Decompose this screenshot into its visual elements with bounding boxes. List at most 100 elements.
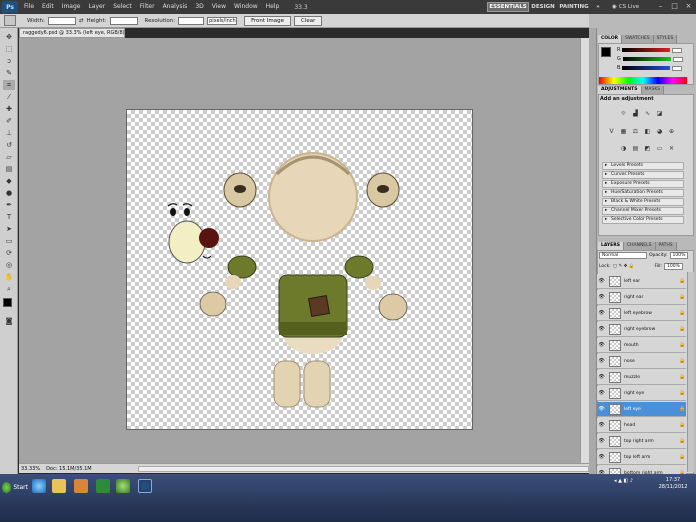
history-brush-tool-icon[interactable]: ↺ [3,140,15,150]
tab-adjustments[interactable]: ADJUSTMENTS [598,86,642,94]
close-icon[interactable]: × [684,2,693,11]
status-zoom[interactable]: 33.33% [21,466,40,472]
hand-tool-icon[interactable]: ✋ [3,272,15,282]
layer-row[interactable]: 👁 left eyebrow 🔒 [597,306,686,321]
visibility-eye-icon[interactable]: 👁 [597,374,606,380]
tab-masks[interactable]: MASKS [641,86,665,94]
layer-row[interactable]: 👁 left eye 🔒 [597,402,686,417]
preset-levels[interactable]: Levels Presets [602,162,684,170]
channel-g-value[interactable] [672,56,683,62]
preset-exposure[interactable]: Exposure Presets [602,180,684,188]
channel-r-value[interactable] [672,47,683,53]
preset-channel-mixer[interactable]: Channel Mixer Presets [602,207,684,215]
layer-row[interactable]: 👁 right eyebrow 🔒 [597,322,686,337]
marquee-tool-icon[interactable]: ⬚ [3,44,15,54]
workspace-painting[interactable]: PAINTING [558,2,590,12]
3d-orbit-tool-icon[interactable]: ◎ [3,260,15,270]
crop-tool-icon[interactable]: ⌗ [3,80,15,90]
zoom-tool-icon[interactable]: ⌕ [3,284,15,294]
menu-analysis[interactable]: Analysis [159,0,192,14]
visibility-eye-icon[interactable]: 👁 [597,342,606,348]
blend-mode-select[interactable]: Normal [599,252,647,259]
file-explorer-icon[interactable] [52,479,66,493]
quick-mask-icon[interactable]: ◙ [3,316,15,326]
front-image-button[interactable]: Front Image [244,15,291,26]
menu-view[interactable]: View [208,0,230,14]
visibility-eye-icon[interactable]: 👁 [597,278,606,284]
menu-edit[interactable]: Edit [38,0,58,14]
height-input[interactable] [109,16,138,25]
tab-color[interactable]: COLOR [598,35,623,43]
eraser-tool-icon[interactable]: ▱ [3,152,15,162]
blur-tool-icon[interactable]: ◆ [3,176,15,186]
internet-explorer-icon[interactable] [32,479,46,493]
brightness-icon[interactable]: ☼ [620,110,627,117]
levels-icon[interactable]: ▟ [632,110,639,117]
dodge-tool-icon[interactable]: ● [3,188,15,198]
channel-r-slider[interactable] [622,48,671,52]
photo-filter-icon[interactable]: ◕ [656,128,663,135]
layer-row[interactable]: 👁 mouth 🔒 [597,338,686,353]
vibrance-icon[interactable]: V [608,128,615,135]
foreground-color-swatch[interactable] [3,298,12,307]
channel-g-slider[interactable] [622,57,671,61]
horizontal-scrollbar[interactable] [137,465,589,472]
channel-b-slider[interactable] [622,66,671,70]
pen-tool-icon[interactable]: ✒ [3,200,15,210]
menu-select[interactable]: Select [109,0,136,14]
preset-black-white[interactable]: Black & White Presets [602,198,684,206]
menu-help[interactable]: Help [262,0,284,14]
tool-preset-picker[interactable] [4,15,16,26]
gradient-tool-icon[interactable]: ▤ [3,164,15,174]
lock-icon[interactable]: ▢ ✎ ✥ 🔒 [613,264,635,269]
menu-3d[interactable]: 3D [191,0,207,14]
tray-icons[interactable]: ◂ ▲ ◧ ♪ [614,478,633,484]
visibility-eye-icon[interactable]: 👁 [597,422,606,428]
layer-row[interactable]: 👁 left ear 🔒 [597,274,686,289]
hue-saturation-icon[interactable]: ▦ [620,128,627,135]
healing-brush-tool-icon[interactable]: ✚ [3,104,15,114]
color-fg-swatch[interactable] [601,47,611,57]
brush-tool-icon[interactable]: ✐ [3,116,15,126]
path-select-tool-icon[interactable]: ➤ [3,224,15,234]
canvas[interactable] [126,109,473,430]
color-balance-icon[interactable]: ⚖ [632,128,639,135]
preset-selective-color[interactable]: Selective Color Presets [602,216,684,224]
layer-row[interactable]: 👁 nose 🔒 [597,354,686,369]
layers-scrollbar[interactable] [687,272,694,472]
media-player-icon[interactable] [74,479,88,493]
shape-tool-icon[interactable]: ▭ [3,236,15,246]
cs-live-button[interactable]: ◉ CS Live [612,2,639,12]
photoshop-task-icon[interactable] [138,479,152,493]
gradient-map-icon[interactable]: ▭ [656,145,663,152]
visibility-eye-icon[interactable]: 👁 [597,454,606,460]
channel-b-value[interactable] [672,65,683,71]
tab-channels[interactable]: CHANNELS [623,242,656,250]
zoom-level-select[interactable]: 33.3 [291,4,310,11]
move-tool-icon[interactable]: ✥ [3,32,15,42]
clone-stamp-tool-icon[interactable]: ⊥ [3,128,15,138]
visibility-eye-icon[interactable]: 👁 [597,358,606,364]
workspace-essentials[interactable]: ESSENTIALS [487,2,529,12]
posterize-icon[interactable]: ▤ [632,145,639,152]
clock[interactable]: 17:37 28/11/2012 [653,477,693,491]
visibility-eye-icon[interactable]: 👁 [597,390,606,396]
vertical-scrollbar[interactable] [580,38,589,463]
menu-window[interactable]: Window [230,0,262,14]
type-tool-icon[interactable]: T [3,212,15,222]
width-input[interactable] [47,16,76,25]
selective-color-icon[interactable]: ✕ [668,145,675,152]
minimize-icon[interactable]: – [656,2,665,11]
start-button[interactable]: Start [2,478,28,496]
opacity-input[interactable]: 100% [669,252,689,259]
document-tab[interactable]: raggedy6.psd @ 33.3% (left eye, RGB/8) * [19,28,125,38]
visibility-eye-icon[interactable]: 👁 [597,310,606,316]
invert-icon[interactable]: ◑ [620,145,627,152]
clear-button[interactable]: Clear [293,15,323,26]
workspace-design[interactable]: DESIGN [531,2,555,12]
layer-row[interactable]: 👁 muzzle 🔒 [597,370,686,385]
lasso-tool-icon[interactable]: ↄ [3,56,15,66]
visibility-eye-icon[interactable]: 👁 [597,438,606,444]
preset-hue-saturation[interactable]: Hue/Saturation Presets [602,189,684,197]
maximize-icon[interactable]: □ [670,2,679,11]
